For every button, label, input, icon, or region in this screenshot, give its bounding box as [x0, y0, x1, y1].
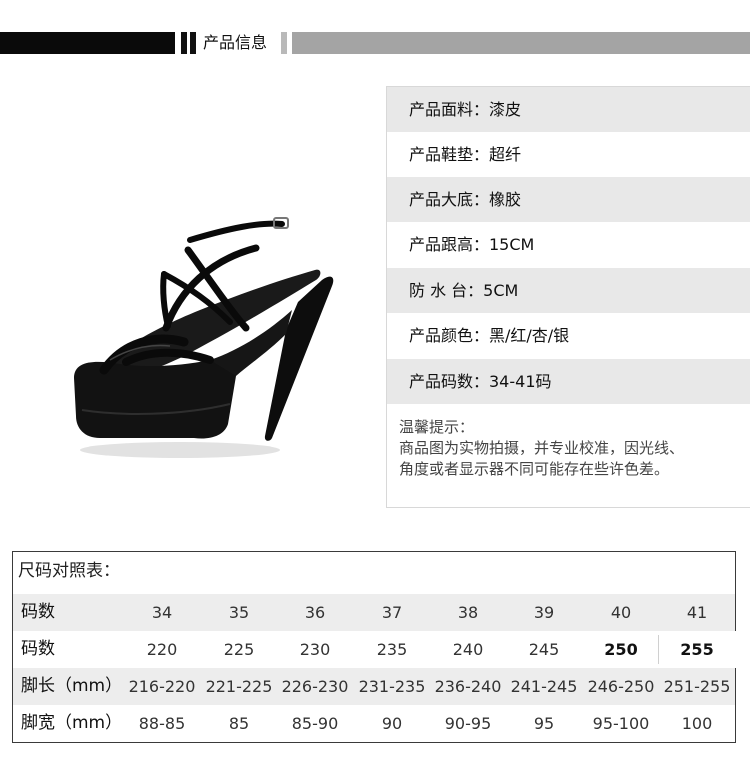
platform-high-heel-sandal-image: [74, 217, 334, 458]
tip-note: 温馨提示： 商品图为实物拍摄，并专业校准，因光线、 角度或者显示器不同可能存在些…: [399, 417, 744, 480]
table-row: 码数 220 225 230 235 240 245 250 255: [13, 631, 750, 668]
table-cell: 240: [452, 640, 484, 659]
table-cell: 216-220: [128, 677, 196, 696]
header-black-bar: [0, 32, 175, 54]
info-row-material: 产品面料：漆皮: [387, 87, 750, 132]
table-cell: 90-95: [444, 714, 492, 733]
table-cell: 95-100: [592, 714, 650, 733]
table-cell: 246-250: [587, 677, 655, 696]
table-cell: 40: [610, 603, 632, 622]
table-cell: 37: [381, 603, 403, 622]
row-label: 脚宽（mm）: [21, 713, 123, 733]
table-cell: 250: [604, 640, 638, 659]
table-row: 脚长（mm） 216-220 221-225 226-230 231-235 2…: [13, 668, 735, 705]
size-chart-table: 尺码对照表： 码数 34 35 36 37 38 39 40 41 码数 220…: [12, 551, 750, 743]
header-accent-bar: [281, 32, 287, 54]
table-cell: 236-240: [434, 677, 502, 696]
tip-title: 温馨提示：: [399, 418, 475, 436]
info-row-insole: 产品鞋垫：超纤: [409, 145, 522, 164]
table-row: 码数 34 35 36 37 38 39 40 41: [13, 594, 735, 631]
tip-text-line: 角度或者显示器不同可能存在些许色差。: [399, 460, 670, 478]
table-cell: 230: [299, 640, 331, 659]
table-cell: 241-245: [510, 677, 578, 696]
table-cell: 221-225: [205, 677, 273, 696]
info-row-platform: 防 水 台：5CM: [387, 268, 750, 313]
table-cell: 85: [228, 714, 250, 733]
info-row-sole: 产品大底：橡胶: [387, 177, 750, 222]
table-cell: 245: [528, 640, 560, 659]
table-row: 脚宽（mm） 88-85 85 85-90 90 90-95 95 95-100…: [13, 705, 735, 742]
section-title: 产品信息: [203, 33, 268, 52]
table-cell: 235: [376, 640, 408, 659]
table-cell: 225: [223, 640, 255, 659]
table-cell: 41: [686, 603, 708, 622]
header-accent-bar: [190, 32, 196, 54]
tip-text-line: 商品图为实物拍摄，并专业校准，因光线、: [399, 439, 685, 457]
table-cell: 220: [146, 640, 178, 659]
header-accent-bar: [181, 32, 187, 54]
table-cell: 255: [680, 640, 714, 659]
table-cell: 36: [304, 603, 326, 622]
table-cell: 35: [228, 603, 250, 622]
info-row-heel-height: 产品跟高：15CM: [409, 235, 535, 254]
row-label: 码数: [21, 602, 55, 622]
table-cell: 231-235: [358, 677, 426, 696]
row-label: 码数: [21, 639, 55, 659]
info-row-colors: 产品颜色：黑/红/杏/银: [409, 326, 570, 345]
table-cell: 226-230: [281, 677, 349, 696]
info-row-sizes: 产品码数：34-41码: [387, 359, 750, 404]
header-gray-bar: [292, 32, 750, 54]
table-cell: 251-255: [663, 677, 731, 696]
size-chart-title: 尺码对照表：: [18, 561, 120, 581]
product-info-panel: 产品面料：漆皮 产品鞋垫：超纤 产品大底：橡胶 产品跟高：15CM 防 水 台：…: [386, 86, 750, 508]
table-cell: 85-90: [291, 714, 339, 733]
table-cell: 34: [151, 603, 173, 622]
table-cell: 39: [533, 603, 555, 622]
table-cell: 88-85: [138, 714, 186, 733]
row-label: 脚长（mm）: [21, 676, 123, 696]
table-cell: 95: [533, 714, 555, 733]
table-cell: 38: [457, 603, 479, 622]
table-cell: 100: [681, 714, 713, 733]
table-cell: 90: [381, 714, 403, 733]
